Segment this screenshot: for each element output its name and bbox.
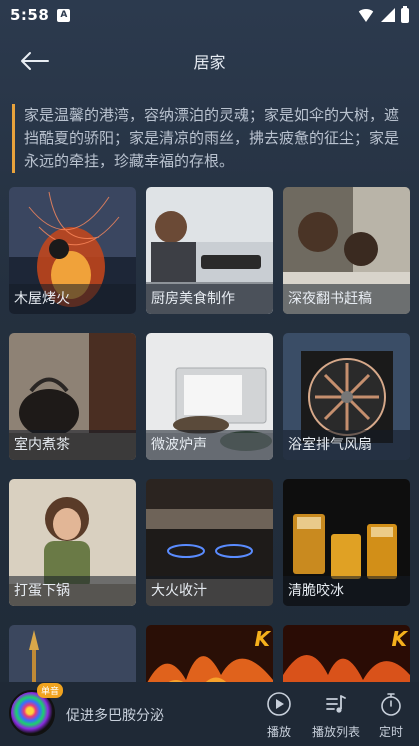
sound-tile-microwave[interactable]: 微波炉声 [146, 333, 273, 460]
mode-badge: 单音 [37, 683, 64, 698]
play-label: 播放 [266, 725, 291, 739]
battery-icon [401, 5, 409, 23]
play-button[interactable]: 播放 [266, 691, 292, 740]
tile-label: 室内煮茶 [9, 430, 136, 460]
signal-icon [381, 8, 395, 22]
tile-label: 浴室排气风扇 [283, 430, 410, 460]
timer-button[interactable]: 定时 [378, 691, 404, 740]
vip-icon: K [254, 627, 271, 651]
sound-tile-egg[interactable]: 打蛋下锅 [9, 479, 136, 606]
mini-player: 单音 促进多巴胺分泌 播放 播放列表 定时 [0, 682, 419, 746]
tile-label: 大火收汁 [146, 576, 273, 606]
sound-tile-bonfire[interactable]: 木屋烤火 [9, 187, 136, 314]
page-title: 居家 [193, 53, 226, 72]
sound-grid: 木屋烤火 厨房美食制作 深夜翻书赶稿 室内煮茶 微波炉声 浴室排气风扇 打蛋下锅… [9, 187, 410, 682]
sound-tile-tea[interactable]: 室内煮茶 [9, 333, 136, 460]
status-bar: 5:58 A [0, 0, 419, 30]
sound-tile-fire-2[interactable]: K [283, 625, 410, 682]
tile-label: 清脆咬冰 [283, 576, 410, 606]
sound-tile-lamp[interactable] [9, 625, 136, 682]
notification-badge-icon: A [57, 8, 71, 22]
tile-label: 木屋烤火 [9, 284, 136, 314]
sound-tile-fan[interactable]: 浴室排气风扇 [283, 333, 410, 460]
status-time: 5:58 [10, 6, 50, 24]
header: 居家 [0, 36, 419, 86]
sound-tile-kitchen[interactable]: 厨房美食制作 [146, 187, 273, 314]
timer-label: 定时 [378, 725, 403, 739]
tile-label: 深夜翻书赶稿 [283, 284, 410, 314]
back-button[interactable] [18, 48, 52, 74]
tile-label: 微波炉声 [146, 430, 273, 460]
wifi-icon [357, 8, 375, 22]
timer-icon [381, 693, 401, 716]
status-icons [357, 5, 409, 23]
sound-tile-fire-1[interactable]: K [146, 625, 273, 682]
intro-text: 家是温馨的港湾，容纳漂泊的灵魂；家是如伞的大树，遮挡酷夏的骄阳；家是清凉的雨丝，… [12, 104, 408, 173]
sound-tile-ice[interactable]: 清脆咬冰 [283, 479, 410, 606]
play-icon [267, 692, 291, 716]
playlist-button[interactable]: 播放列表 [312, 691, 360, 740]
tile-label: 打蛋下锅 [9, 576, 136, 606]
tile-label: 厨房美食制作 [146, 284, 273, 314]
back-arrow-icon [21, 52, 49, 70]
vip-icon: K [391, 627, 408, 651]
playlist-label: 播放列表 [312, 725, 361, 739]
playlist-icon [326, 695, 346, 713]
lamp-icon [9, 625, 136, 682]
sound-tile-stove[interactable]: 大火收汁 [146, 479, 273, 606]
sound-tile-reading[interactable]: 深夜翻书赶稿 [283, 187, 410, 314]
now-playing-title[interactable]: 促进多巴胺分泌 [66, 705, 164, 725]
